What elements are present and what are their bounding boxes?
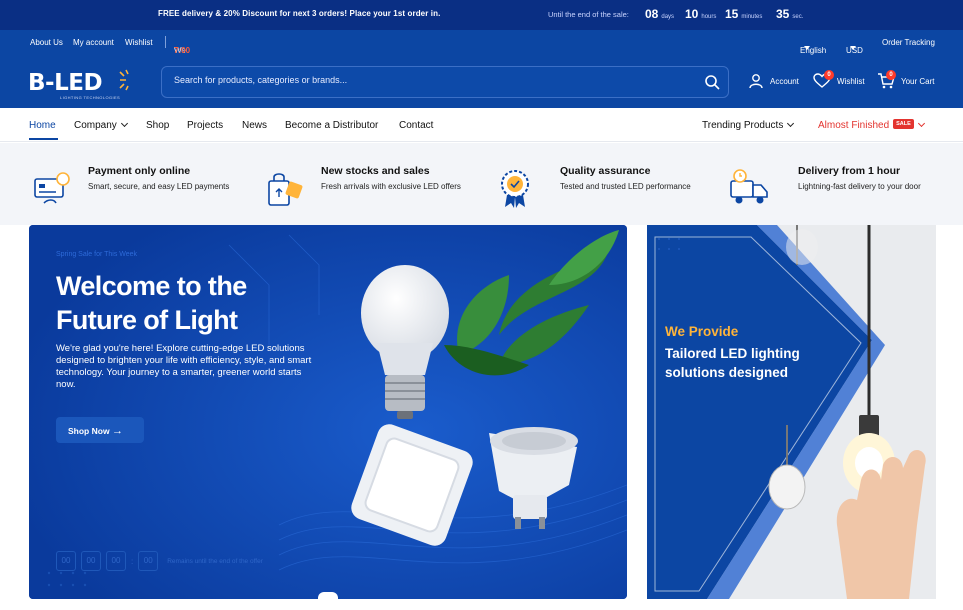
- countdown-days: 08 days: [645, 7, 675, 21]
- nav-become-distributor[interactable]: Become a Distributor: [285, 120, 378, 131]
- quality-badge-icon: [501, 170, 529, 208]
- wishlist-link[interactable]: Wishlist: [125, 38, 153, 47]
- logo-tagline: LIGHTING TECHNOLOGIES: [60, 95, 121, 100]
- chevron-down-icon: [804, 46, 810, 50]
- divider: [165, 36, 166, 48]
- feature-title: New stocks and sales: [321, 165, 430, 177]
- feature-title: Payment only online: [88, 165, 191, 177]
- promo-headline: Tailored LED lighting solutions designed: [665, 346, 800, 380]
- feature-title: Delivery from 1 hour: [798, 165, 901, 177]
- promo-bar: FREE delivery & 20% Discount for next 3 …: [0, 0, 963, 30]
- promo-text: FREE delivery & 20% Discount for next 3 …: [158, 9, 441, 18]
- nav-news[interactable]: News: [242, 120, 267, 131]
- feature-desc: Tested and trusted LED performance: [560, 182, 691, 191]
- chevron-down-icon: [917, 119, 925, 128]
- offer-timer: 00 00 00 : 00 Remains until the end of t…: [56, 551, 263, 571]
- cart-button[interactable]: 0 Your Cart: [877, 70, 935, 89]
- side-promo-banner[interactable]: We Provide Tailored LED lighting solutio…: [647, 225, 936, 599]
- cart-count-badge: 0: [886, 70, 896, 80]
- timer-minutes: 00: [106, 551, 126, 571]
- hero-banner: Spring Sale for This Week Welcome to the…: [29, 225, 627, 599]
- nav-company[interactable]: Company: [74, 119, 128, 131]
- search-input[interactable]: [174, 75, 674, 85]
- feature-desc: Lightning-fast delivery to your door: [798, 182, 921, 191]
- countdown-seconds: 35 sec.: [776, 7, 804, 21]
- nav-shop[interactable]: Shop: [146, 120, 169, 131]
- utility-bar: About Us My account Wishlist We deliver …: [0, 30, 963, 100]
- wishlist-button[interactable]: 0 Wishlist: [813, 70, 865, 89]
- user-icon: [749, 74, 763, 89]
- promo-kicker: We Provide: [665, 324, 739, 339]
- trending-products-menu[interactable]: Trending Products: [702, 119, 795, 131]
- almost-finished-menu[interactable]: Almost Finished SALE: [818, 119, 925, 131]
- features-strip: Payment only online Smart, secure, and e…: [0, 143, 963, 225]
- timer-hours: 00: [81, 551, 101, 571]
- about-link[interactable]: About Us: [30, 38, 63, 47]
- nav-home[interactable]: Home: [29, 120, 56, 131]
- search-icon[interactable]: [704, 74, 720, 90]
- sale-countdown-label: Until the end of the sale:: [548, 10, 629, 19]
- hero-intro: We're glad you're here! Explore cutting-…: [56, 343, 312, 390]
- side-promo-art: [647, 225, 936, 599]
- wishlist-count-badge: 0: [824, 70, 834, 80]
- my-account-link[interactable]: My account: [73, 38, 114, 47]
- delivery-truck-icon: [730, 169, 768, 204]
- feature-title: Quality assurance: [560, 165, 651, 177]
- nav-projects[interactable]: Projects: [187, 120, 223, 131]
- feature-desc: Fresh arrivals with exclusive LED offers: [321, 182, 461, 191]
- hero-eyebrow: Spring Sale for This Week: [56, 251, 138, 258]
- slider-indicator[interactable]: [318, 592, 338, 604]
- arrow-right-icon: →: [111, 425, 123, 437]
- countdown-minutes: 15 minutes: [725, 7, 763, 21]
- account-button[interactable]: Account: [748, 73, 799, 89]
- timer-seconds: 00: [138, 551, 159, 571]
- countdown-hours: 10 hours: [685, 7, 717, 21]
- timer-label: Remains until the end of the offer: [167, 557, 263, 565]
- search-bar[interactable]: [161, 66, 729, 98]
- chevron-down-icon: [120, 119, 128, 128]
- main-nav: Home Company Shop Projects News Become a…: [0, 108, 963, 142]
- shop-now-button[interactable]: Shop Now →: [56, 417, 144, 443]
- timer-days: 00: [56, 551, 76, 571]
- active-indicator: [29, 138, 58, 140]
- payment-icon: [34, 172, 70, 204]
- logo[interactable]: B-LED: [28, 70, 103, 96]
- nav-contact[interactable]: Contact: [399, 120, 433, 131]
- order-tracking-link[interactable]: Order Tracking: [882, 38, 935, 47]
- shopping-bag-icon: [268, 173, 303, 206]
- logo-rays-icon: [119, 69, 129, 91]
- chevron-down-icon: [850, 46, 856, 50]
- hero-title: Welcome to the Future of Light: [56, 271, 247, 335]
- feature-desc: Smart, secure, and easy LED payments: [88, 182, 230, 191]
- chevron-down-icon: [787, 119, 795, 128]
- site-header: B-LED LIGHTING TECHNOLOGIES Account 0 Wi…: [0, 56, 963, 108]
- sale-badge: SALE: [893, 119, 914, 130]
